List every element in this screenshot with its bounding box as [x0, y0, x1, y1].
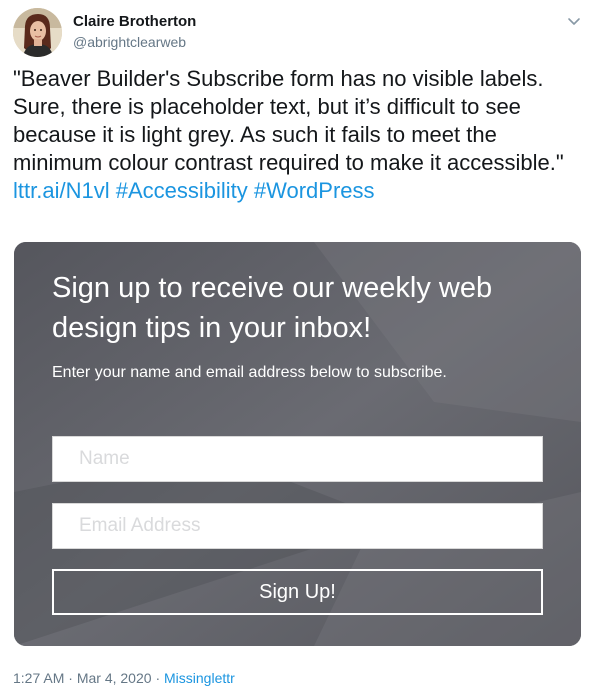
- tweet-source-link[interactable]: Missinglettr: [164, 670, 235, 686]
- tweet-date[interactable]: Mar 4, 2020: [77, 670, 152, 686]
- author-avatar[interactable]: [13, 8, 62, 57]
- footer-separator: ·: [155, 670, 161, 686]
- avatar-photo-icon: [13, 8, 62, 57]
- hashtag-wordpress[interactable]: #WordPress: [254, 178, 375, 203]
- tweet-body: "Beaver Builder's Subscribe form has no …: [13, 66, 564, 175]
- form-subheading: Enter your name and email address below …: [52, 364, 447, 381]
- author-display-name[interactable]: Claire Brotherton: [73, 12, 196, 32]
- email-field[interactable]: [52, 503, 543, 549]
- tweet-time[interactable]: 1:27 AM: [13, 670, 64, 686]
- tweet-header: Claire Brotherton @abrightclearweb: [13, 8, 583, 58]
- attached-image[interactable]: Sign up to receive our weekly web design…: [14, 242, 581, 646]
- tweet-text: "Beaver Builder's Subscribe form has no …: [13, 65, 585, 205]
- author-info: Claire Brotherton @abrightclearweb: [73, 12, 196, 52]
- tweet-footer: 1:27 AM · Mar 4, 2020 · Missinglettr: [13, 668, 235, 688]
- chevron-down-icon[interactable]: [565, 12, 583, 30]
- form-heading: Sign up to receive our weekly web design…: [52, 272, 493, 344]
- sign-up-button[interactable]: Sign Up!: [52, 569, 543, 615]
- author-handle[interactable]: @abrightclearweb: [73, 32, 196, 52]
- short-link[interactable]: lttr.ai/N1vl: [13, 178, 110, 203]
- tweet-card: Claire Brotherton @abrightclearweb "Beav…: [0, 0, 592, 698]
- hashtag-accessibility[interactable]: #Accessibility: [116, 178, 248, 203]
- name-field[interactable]: [52, 436, 543, 482]
- footer-separator: ·: [68, 670, 73, 686]
